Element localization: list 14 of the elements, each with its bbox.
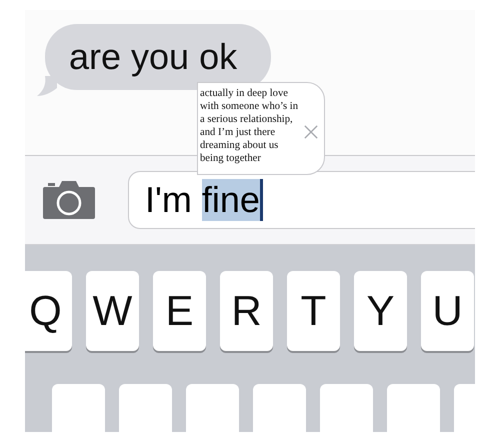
keyboard-key[interactable]: Q xyxy=(25,271,72,351)
autocorrect-suggestion: actually in deep love with someone who’s in a serious relationship, and I’m just there dreaming about us being together xyxy=(200,87,299,165)
autocorrect-popup[interactable]: actually in deep love with someone who’s in a serious relationship, and I’m just there dreaming about us being together xyxy=(197,82,325,175)
keyboard-key[interactable]: T xyxy=(287,271,340,351)
keyboard-key[interactable]: W xyxy=(86,271,139,351)
keyboard-key[interactable]: U xyxy=(421,271,474,351)
message-bubble: are you ok xyxy=(45,24,271,90)
message-input-field[interactable]: I'm fine xyxy=(128,171,475,229)
keyboard-key[interactable]: E xyxy=(153,271,206,351)
keyboard-key[interactable]: Y xyxy=(354,271,407,351)
keyboard-key[interactable]: R xyxy=(220,271,273,351)
bubble-tail-icon xyxy=(37,76,57,96)
close-icon[interactable] xyxy=(304,125,318,139)
camera-icon[interactable] xyxy=(43,181,95,219)
